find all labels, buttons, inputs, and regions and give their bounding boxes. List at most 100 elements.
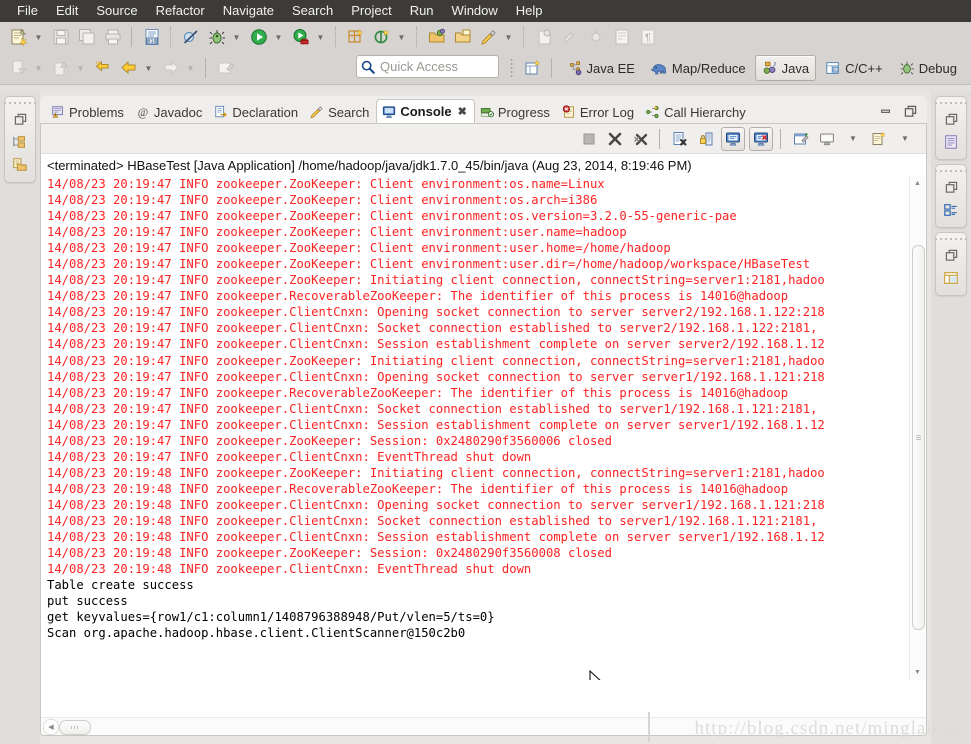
previous-annotation-dropdown-arrow: ▼	[34, 63, 43, 73]
new-wizard-dropdown-arrow[interactable]: ▼	[32, 25, 45, 49]
scroll-left-arrow[interactable]: ◀	[43, 719, 59, 735]
open-console-icon[interactable]	[868, 128, 890, 150]
new-java-class-icon[interactable]	[370, 25, 394, 49]
menu-item-run[interactable]: Run	[401, 1, 443, 21]
tab-declaration[interactable]: Declaration	[209, 101, 305, 123]
terminate-icon	[578, 128, 600, 150]
new-java-package-icon[interactable]	[344, 25, 368, 49]
maximize-icon[interactable]	[901, 103, 919, 119]
right-fast-view-stack-3	[935, 232, 967, 296]
open-perspective-button[interactable]	[521, 56, 545, 80]
tab-error-log-label: Error Log	[579, 104, 635, 120]
toggle-source-icon[interactable]: 010	[140, 25, 164, 49]
tab-progress[interactable]: Progress	[475, 101, 557, 123]
task-list-icon[interactable]	[940, 199, 962, 221]
external-tools-dropdown-arrow[interactable]: ▼	[314, 25, 327, 49]
last-edit-location-icon[interactable]	[91, 56, 115, 80]
run-external-tools-icon[interactable]	[289, 25, 313, 49]
perspective-bar-grip[interactable]	[509, 58, 514, 78]
clear-console-icon[interactable]	[669, 128, 691, 150]
skip-breakpoints-icon[interactable]	[179, 25, 203, 49]
new-wizard-icon[interactable]	[7, 25, 31, 49]
menu-bar: File Edit Source Refactor Navigate Searc…	[0, 0, 971, 22]
menu-item-refactor[interactable]: Refactor	[147, 1, 214, 21]
stack-grip[interactable]	[936, 236, 966, 242]
run-dropdown-arrow[interactable]: ▼	[272, 25, 285, 49]
menu-item-project[interactable]: Project	[342, 1, 400, 21]
remove-launch-icon[interactable]	[604, 128, 626, 150]
menu-item-file[interactable]: File	[8, 1, 47, 21]
console-output-area[interactable]: 14/08/23 20:19:47 INFO zookeeper.ZooKeep…	[41, 176, 926, 680]
menu-item-window[interactable]: Window	[443, 1, 507, 21]
minimize-icon[interactable]	[877, 103, 895, 119]
run-icon[interactable]	[247, 25, 271, 49]
debug-icon[interactable]	[205, 25, 229, 49]
restore-icon[interactable]	[940, 244, 962, 266]
stack-grip[interactable]	[5, 100, 35, 106]
svg-text:@: @	[138, 107, 148, 119]
menu-item-navigate[interactable]: Navigate	[214, 1, 283, 21]
tab-problems[interactable]: Problems	[46, 101, 131, 123]
open-task-icon[interactable]	[451, 25, 475, 49]
perspective-java[interactable]: J Java	[754, 55, 817, 81]
search-icon	[361, 60, 375, 74]
perspective-java-ee-label: Java EE	[586, 60, 635, 76]
tab-search[interactable]: Search	[305, 101, 376, 123]
tab-call-hierarchy[interactable]: Call Hierarchy	[641, 101, 753, 123]
tab-javadoc[interactable]: @ Javadoc	[131, 101, 209, 123]
stack-grip[interactable]	[936, 168, 966, 174]
menu-item-help[interactable]: Help	[507, 1, 552, 21]
error-log-icon	[562, 105, 576, 119]
perspective-map-reduce[interactable]: Map/Reduce	[644, 55, 753, 81]
display-console-dropdown-arrow[interactable]: ▼	[842, 128, 864, 150]
search-icon[interactable]	[477, 25, 501, 49]
stack-grip[interactable]	[936, 100, 966, 106]
show-console-on-error-icon[interactable]	[749, 126, 773, 151]
horizontal-scroll-thumb[interactable]	[59, 720, 91, 735]
restore-icon[interactable]	[9, 108, 31, 130]
perspective-java-ee[interactable]: Java EE	[560, 55, 642, 81]
thumb-grip	[916, 435, 921, 440]
menu-item-search[interactable]: Search	[283, 1, 342, 21]
svg-text:J: J	[773, 61, 776, 68]
problems-icon	[51, 105, 65, 119]
search-dropdown-arrow[interactable]: ▼	[502, 25, 515, 49]
back-icon[interactable]	[117, 56, 141, 80]
scroll-up-arrow[interactable]: ▲	[910, 176, 925, 191]
perspective-debug[interactable]: Debug	[892, 55, 964, 81]
display-selected-console-icon[interactable]	[816, 128, 838, 150]
templates-view-icon[interactable]	[940, 267, 962, 289]
outline-view-icon[interactable]	[940, 131, 962, 153]
pin-console-icon[interactable]	[790, 128, 812, 150]
debug-dropdown-arrow[interactable]: ▼	[230, 25, 243, 49]
open-type-icon[interactable]	[425, 25, 449, 49]
perspective-c-cpp[interactable]: c C/C++	[818, 55, 890, 81]
tab-console[interactable]: Console ✖	[376, 99, 475, 123]
tab-error-log[interactable]: Error Log	[557, 101, 641, 123]
console-line: 14/08/23 20:19:47 INFO zookeeper.ZooKeep…	[47, 257, 811, 272]
back-dropdown-arrow[interactable]: ▼	[142, 56, 155, 80]
quick-access-input[interactable]: Quick Access	[356, 55, 499, 78]
view-tab-row: Problems @ Javadoc Declaration Search Co…	[40, 96, 927, 123]
new-java-dropdown-arrow[interactable]: ▼	[395, 25, 408, 49]
show-console-on-output-icon[interactable]	[721, 126, 745, 151]
console-line: get keyvalues={row1/c1:column1/140879638…	[47, 610, 495, 625]
restore-icon[interactable]	[940, 176, 962, 198]
watermark-text: http://blog.csdn.net/minglaihan	[694, 718, 963, 739]
package-explorer-icon[interactable]	[9, 131, 31, 153]
scroll-lock-icon[interactable]	[695, 128, 717, 150]
close-icon[interactable]: ✖	[458, 105, 467, 118]
menu-item-edit[interactable]: Edit	[47, 1, 87, 21]
open-console-dropdown-arrow[interactable]: ▼	[894, 128, 916, 150]
remove-all-terminated-icon[interactable]	[630, 128, 652, 150]
console-vertical-scrollbar[interactable]: ▲ ▼	[909, 176, 925, 680]
main-toolbar: ▼ 010 ▼ ▼ ▼ ▼ ▼ ¶ ▼ ▼ ▼ ▼ Quick Access J…	[0, 22, 971, 85]
show-whitespace-icon	[610, 25, 634, 49]
project-explorer-icon[interactable]	[9, 154, 31, 176]
console-line: 14/08/23 20:19:48 INFO zookeeper.ClientC…	[47, 497, 825, 512]
vertical-scroll-thumb[interactable]	[912, 245, 925, 630]
restore-icon[interactable]	[940, 108, 962, 130]
menu-item-source[interactable]: Source	[87, 1, 146, 21]
tab-declaration-label: Declaration	[232, 104, 299, 120]
scroll-down-arrow[interactable]: ▼	[910, 665, 925, 680]
